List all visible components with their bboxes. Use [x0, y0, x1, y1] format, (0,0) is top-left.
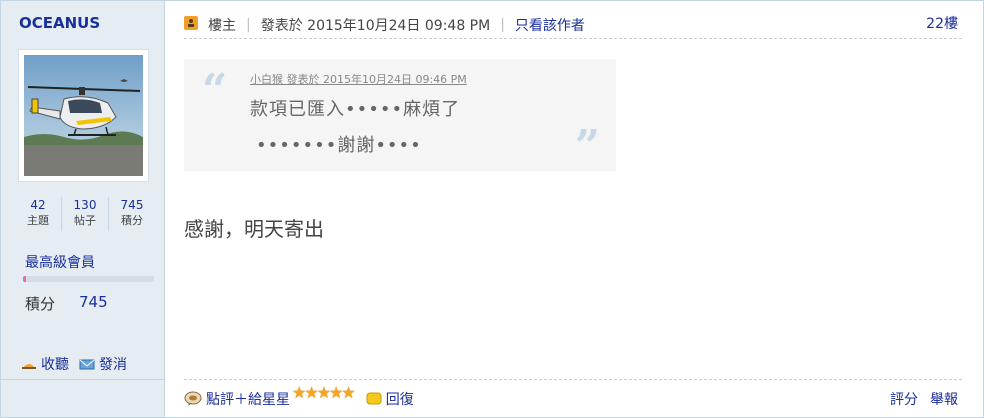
stat-points[interactable]: 745 積分 — [109, 197, 155, 231]
star-rating[interactable]: ★ ★ ★ ★ ★ — [292, 384, 356, 401]
floor-number[interactable]: 22樓 — [926, 13, 958, 33]
send-message-label: 發消 — [99, 357, 127, 373]
username-link[interactable]: OCEANUS — [19, 14, 100, 32]
post-content: 樓主 | 發表於 2015年10月24日 09:48 PM | 只看該作者 22… — [166, 1, 983, 417]
follow-icon — [22, 364, 36, 369]
post-actions: 點評＋給星星 ★ ★ ★ ★ ★ 回復 評分 舉報 — [184, 379, 962, 417]
points-value: 745 — [79, 293, 108, 311]
user-panel-footer — [1, 379, 164, 417]
avatar-helicopter-image — [24, 55, 143, 176]
report-link[interactable]: 舉報 — [930, 389, 958, 409]
only-author-link[interactable]: 只看該作者 — [515, 15, 585, 35]
star-icon[interactable]: ★ — [341, 384, 355, 401]
user-points: 積分 745 — [25, 293, 108, 314]
avatar[interactable] — [18, 49, 149, 182]
owner-icon — [184, 15, 198, 30]
reply-button[interactable]: 回復 — [366, 389, 414, 409]
user-level[interactable]: 最高級會員 — [25, 252, 95, 272]
points-label: 積分 — [25, 295, 56, 313]
comment-bubble-icon — [184, 391, 202, 406]
divider: | — [246, 16, 251, 33]
owner-label: 樓主 — [208, 17, 236, 34]
envelope-icon — [79, 359, 95, 370]
user-panel: OCEANUS 42 主題 130 帖子 745 積分 最高級會員 積分 745… — [1, 1, 165, 417]
level-progress-bar — [23, 276, 154, 282]
stat-posts[interactable]: 130 帖子 — [62, 197, 109, 231]
divider: | — [500, 16, 505, 33]
level-progress-fill — [23, 276, 26, 282]
post-message: 感謝，明天寄出 — [184, 217, 324, 241]
follow-button[interactable]: 收聽 — [21, 354, 69, 374]
quote-close-icon: ” — [574, 121, 600, 172]
post-header: 樓主 | 發表於 2015年10月24日 09:48 PM | 只看該作者 22… — [184, 11, 962, 39]
quote-text-line: •••••••謝謝•••• — [256, 135, 422, 156]
stat-value: 130 — [73, 198, 97, 212]
forum-post: OCEANUS 42 主題 130 帖子 745 積分 最高級會員 積分 745… — [0, 0, 984, 418]
stat-label: 主題 — [27, 214, 49, 227]
follow-label: 收聽 — [41, 357, 69, 373]
user-stats: 42 主題 130 帖子 745 積分 — [15, 197, 155, 231]
post-timestamp: 發表於 2015年10月24日 09:48 PM — [260, 17, 491, 34]
reply-icon — [366, 392, 382, 404]
reply-label: 回復 — [385, 391, 414, 408]
send-message-button[interactable]: 發消 — [79, 354, 127, 374]
stat-label: 積分 — [121, 214, 143, 227]
rate-button[interactable]: 點評＋給星星 — [184, 389, 290, 409]
quote-text-line: 款項已匯入•••••麻煩了 — [250, 99, 461, 120]
stat-topics[interactable]: 42 主題 — [15, 197, 62, 231]
quote-meta[interactable]: 小白猴 發表於 2015年10月24日 09:46 PM — [250, 71, 467, 87]
stat-label: 帖子 — [74, 214, 96, 227]
post-tools: 評分 舉報 — [890, 389, 958, 409]
quote-block: “ 小白猴 發表於 2015年10月24日 09:46 PM 款項已匯入••••… — [184, 59, 616, 171]
rate-label: 點評＋給星星 — [206, 391, 290, 408]
stat-value: 745 — [120, 198, 144, 212]
stat-value: 42 — [30, 198, 46, 212]
score-link[interactable]: 評分 — [890, 389, 918, 409]
user-actions: 收聽 發消 — [21, 354, 127, 374]
quote-open-icon: “ — [202, 65, 228, 116]
